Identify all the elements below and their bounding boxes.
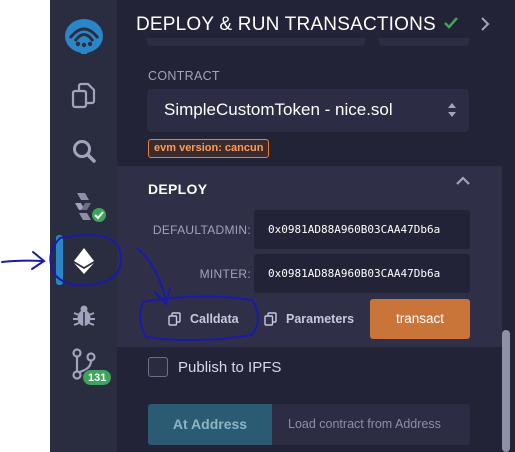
parameters-label: Parameters [286, 312, 355, 326]
minter-input[interactable]: 0x0981AD88A960B03CAA47Db6a [254, 254, 470, 293]
defaultadmin-input[interactable]: 0x0981AD88A960B03CAA47Db6a [254, 210, 470, 249]
contract-label: CONTRACT [148, 69, 220, 83]
calldata-label: Calldata [190, 312, 239, 326]
annotation-arrow-left [1, 259, 43, 263]
copy-icon [264, 312, 277, 326]
parameters-button[interactable]: Parameters [264, 299, 354, 339]
contract-select[interactable]: SimpleCustomToken - nice.sol [147, 89, 469, 132]
select-arrows-icon [447, 101, 457, 124]
load-contract-address-input[interactable]: Load contract from Address [272, 404, 470, 445]
solidity-compiler-icon[interactable] [50, 188, 117, 228]
calldata-button[interactable]: Calldata [168, 299, 239, 339]
at-address-button[interactable]: At Address [148, 404, 272, 445]
copy-icon [168, 312, 181, 326]
previous-field-edge [147, 38, 365, 46]
minter-label: MINTER: [199, 267, 251, 281]
status-check-icon [443, 15, 459, 36]
active-plugin-indicator [56, 235, 63, 285]
deploy-title: DEPLOY [148, 181, 208, 197]
previous-field-edge [379, 38, 469, 46]
deploy-section: DEPLOY DEFAULTADMIN: 0x0981AD88A960B03CA… [117, 166, 502, 347]
defaultadmin-label: DEFAULTADMIN: [152, 223, 251, 237]
chevron-right-icon[interactable] [478, 16, 492, 37]
annotation-arrowhead-left [31, 251, 46, 270]
publish-ipfs-label: Publish to IPFS [178, 359, 282, 376]
chevron-up-icon[interactable] [454, 174, 472, 193]
publish-ipfs-checkbox[interactable] [148, 357, 168, 377]
evm-version-badge: evm version: cancun [148, 139, 270, 158]
icon-rail: 131 [50, 0, 117, 452]
compiled-check-icon [90, 206, 108, 224]
deploy-run-panel: DEPLOY & RUN TRANSACTIONS CONTRACT Simpl… [117, 0, 515, 452]
search-icon[interactable] [50, 133, 117, 169]
panel-title: DEPLOY & RUN TRANSACTIONS [136, 14, 436, 35]
contract-select-value: SimpleCustomToken - nice.sol [164, 100, 393, 119]
debugger-icon[interactable] [50, 298, 117, 334]
git-changes-badge: 131 [82, 369, 113, 386]
app-window: 131 DEPLOY & RUN TRANSACTIONS CONTRACT S… [0, 0, 515, 452]
remix-logo-icon[interactable] [50, 12, 117, 58]
file-explorer-icon[interactable] [50, 78, 117, 114]
panel-scrollbar[interactable] [502, 330, 510, 452]
transact-button[interactable]: transact [370, 299, 470, 339]
